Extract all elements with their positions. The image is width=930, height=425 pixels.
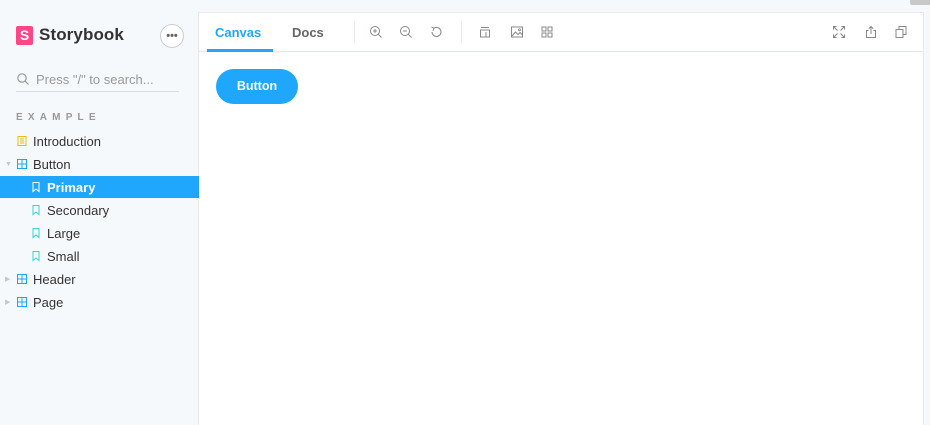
component-icon bbox=[17, 159, 27, 169]
chevron-right-icon[interactable]: ▶ bbox=[5, 298, 11, 306]
story-primary-button[interactable]: Button bbox=[216, 69, 298, 104]
sidebar-item-label: Large bbox=[47, 225, 81, 241]
sidebar-item-label: Secondary bbox=[47, 202, 110, 218]
chevron-right-icon[interactable]: ▶ bbox=[5, 275, 11, 283]
sidebar-item-label: Header bbox=[33, 271, 76, 287]
sidebar-item-label: Small bbox=[47, 248, 80, 264]
image-icon bbox=[511, 26, 523, 38]
sidebar-item-label: Page bbox=[33, 294, 64, 310]
grid-button[interactable] bbox=[540, 25, 554, 39]
sidebar-item-page[interactable]: ▶ Page bbox=[0, 291, 199, 313]
document-icon bbox=[17, 136, 27, 146]
fullscreen-button[interactable] bbox=[832, 25, 846, 39]
image-button[interactable] bbox=[510, 25, 524, 39]
ellipsis-icon: ••• bbox=[166, 30, 178, 42]
search-icon bbox=[17, 73, 29, 85]
search-input[interactable] bbox=[36, 71, 176, 87]
tab-docs[interactable]: Docs bbox=[292, 13, 324, 52]
sidebar: S Storybook ••• EXAMPLE Introduction bbox=[0, 0, 199, 425]
toolbar: Canvas Docs bbox=[199, 13, 923, 52]
sidebar-item-introduction[interactable]: Introduction bbox=[0, 130, 199, 152]
sidebar-item-label: Button bbox=[33, 156, 71, 172]
copy-icon bbox=[895, 26, 907, 38]
brand-name: Storybook bbox=[39, 25, 124, 44]
sidebar-item-label: Introduction bbox=[33, 133, 101, 149]
tab-canvas[interactable]: Canvas bbox=[206, 13, 274, 52]
storybook-logo-icon: S bbox=[16, 25, 33, 45]
sidebar-item-secondary[interactable]: Secondary bbox=[0, 199, 199, 221]
brand[interactable]: S Storybook bbox=[16, 23, 124, 47]
search-bar bbox=[16, 67, 179, 92]
background-icon bbox=[480, 27, 490, 38]
bookmark-icon bbox=[32, 251, 40, 262]
grid-icon bbox=[541, 26, 553, 38]
background-button[interactable] bbox=[478, 25, 492, 39]
zoom-reset-button[interactable] bbox=[429, 25, 443, 39]
storybook-app: S Storybook ••• EXAMPLE Introduction bbox=[0, 0, 930, 425]
menu-button[interactable]: ••• bbox=[160, 24, 184, 48]
toolbar-divider bbox=[354, 21, 355, 43]
preview-panel: Canvas Docs Button bbox=[199, 13, 923, 425]
sidebar-item-primary[interactable]: Primary bbox=[0, 176, 199, 198]
sidebar-item-header[interactable]: ▶ Header bbox=[0, 268, 199, 290]
zoom-out-icon bbox=[400, 26, 412, 38]
component-icon bbox=[17, 274, 27, 284]
section-title-example: EXAMPLE bbox=[16, 112, 101, 123]
sidebar-item-button[interactable]: ▼ Button bbox=[0, 153, 199, 175]
zoom-out-button[interactable] bbox=[399, 25, 413, 39]
bookmark-icon bbox=[32, 182, 40, 193]
sidebar-item-label: Primary bbox=[47, 179, 96, 195]
toolbar-divider bbox=[461, 21, 462, 43]
sidebar-item-small[interactable]: Small bbox=[0, 245, 199, 267]
zoom-reset-icon bbox=[431, 26, 442, 37]
window-scrollbar[interactable] bbox=[910, 0, 930, 5]
component-icon bbox=[17, 297, 27, 307]
chevron-down-icon[interactable]: ▼ bbox=[5, 161, 12, 168]
fullscreen-icon bbox=[833, 26, 845, 38]
sidebar-item-large[interactable]: Large bbox=[0, 222, 199, 244]
zoom-in-icon bbox=[370, 26, 382, 38]
zoom-in-button[interactable] bbox=[369, 25, 383, 39]
bookmark-icon bbox=[32, 228, 40, 239]
share-icon bbox=[866, 25, 876, 38]
copy-link-button[interactable] bbox=[894, 25, 908, 39]
bookmark-icon bbox=[32, 205, 40, 216]
share-button[interactable] bbox=[864, 25, 878, 39]
